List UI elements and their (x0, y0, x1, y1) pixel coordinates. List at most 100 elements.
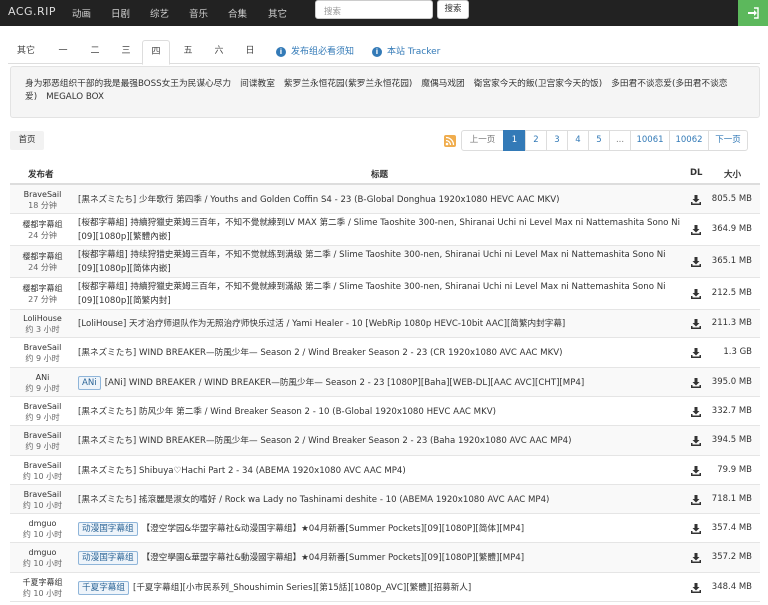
download-icon[interactable] (690, 347, 702, 359)
torrent-title-cell: [桜都字幕組] 持續狩獵史萊姆三百年，不知不覺就練到LV MAX 第二季 / S… (78, 216, 680, 244)
publish-time: 24 分钟 (28, 263, 57, 272)
torrent-title-link[interactable]: [黒ネズミたち] 搖滾麗是淑女的嗜好 / Rock wa Lady no Tas… (78, 495, 549, 505)
publisher-name[interactable]: 樱都字幕组 (10, 251, 75, 262)
page-button-5[interactable]: 5 (588, 130, 610, 151)
team-tag[interactable]: 动漫国字幕组 (78, 551, 138, 565)
publish-time: 约 10 小时 (22, 588, 63, 598)
torrent-title-link[interactable]: [黒ネズミたち] WIND BREAKER—防風少年— Season 2 / W… (78, 348, 562, 358)
tab-friday[interactable]: 五 (173, 40, 203, 64)
airing-title[interactable]: 紫罗兰永恒花园(紫罗兰永恒花园) (284, 79, 412, 89)
table-row: dmguo 约 10 小时 动漫国字幕组 【澄空学园&华盟字幕社&动漫国字幕组】★04… (10, 514, 760, 543)
tab-thursday[interactable]: 四 (142, 40, 170, 65)
publisher-name[interactable]: BraveSail (10, 430, 75, 441)
table-row: BraveSail 约 10 小时 [黒ネズミたち] 搖滾麗是淑女的嗜好 / Roc… (10, 485, 760, 514)
publisher-name[interactable]: BraveSail (10, 342, 75, 353)
airing-title[interactable]: 衛宮家今天的飯(卫宫家今天的饭) (474, 79, 602, 89)
page-button-2[interactable]: 2 (525, 130, 547, 151)
nav-link-music[interactable]: 音乐 (189, 6, 208, 20)
publisher-name[interactable]: LoliHouse (10, 313, 75, 324)
file-size: 348.4 MB (711, 581, 752, 592)
publisher-name[interactable]: ANi (10, 372, 75, 383)
torrent-title-link[interactable]: [桜都字幕组] 持续狩猎史莱姆三百年，不知不觉就练到满级 第二季 / Slime… (78, 250, 666, 274)
airing-title[interactable]: 身为邪恶组织干部的我是最强BOSS女王为民谋心尽力 (25, 79, 231, 89)
download-icon[interactable] (690, 194, 702, 206)
airing-title[interactable]: 魔偶马戏团 (421, 79, 464, 89)
page-button-10062[interactable]: 10062 (669, 130, 709, 151)
publisher-name[interactable]: 樱都字幕组 (10, 219, 75, 230)
publisher-cell: 千夏字幕组约 10 小时 (10, 577, 75, 599)
table-row: ANi 约 9 小时 ANi [ANi] WIND BREAKER / WIND BR… (10, 368, 760, 397)
next-page-button[interactable]: 下一页 (708, 130, 748, 151)
download-icon[interactable] (690, 552, 702, 564)
team-tag[interactable]: 动漫国字幕组 (78, 521, 138, 536)
torrent-title-link[interactable]: [ANi] WIND BREAKER / WIND BREAKER—防風少年— … (105, 378, 585, 388)
publisher-name[interactable]: 千夏字幕组 (10, 577, 75, 588)
torrent-title-link[interactable]: [LoliHouse] 天才治疗师退队作为无照治疗师快乐过活 / Yami He… (78, 319, 565, 329)
torrent-title-link[interactable]: [桜都字幕組] 持續狩獵史萊姆三百年，不知不覺就練到LV MAX 第二季 / S… (78, 218, 680, 242)
publisher-name[interactable]: 樱都字幕组 (10, 283, 75, 294)
home-page-button[interactable]: 首页 (10, 131, 44, 150)
airing-title[interactable]: MEGALO BOX (46, 92, 104, 102)
download-icon[interactable] (690, 318, 702, 330)
download-icon[interactable] (690, 523, 702, 535)
page-button-3[interactable]: 3 (546, 130, 568, 151)
publisher-name[interactable]: dmguo (10, 547, 75, 558)
download-icon[interactable] (690, 224, 702, 236)
publisher-name[interactable]: BraveSail (10, 189, 75, 200)
team-tag[interactable]: 千夏字幕组 (78, 580, 129, 595)
tab-wednesday[interactable]: 三 (111, 40, 141, 64)
torrent-title-link[interactable]: [桜都字幕组] 持續狩獵史萊姆三百年，不知不覺就練到滿級 第二季 / Slime… (78, 282, 666, 306)
download-icon[interactable] (690, 288, 702, 300)
file-size: 212.5 MB (711, 288, 752, 298)
torrent-title-link[interactable]: [黒ネズミたち] 少年歌行 第四季 / Youths and Golden Co… (78, 195, 560, 205)
nav-link-collection[interactable]: 合集 (228, 6, 247, 20)
header-publisher: 发布者 (28, 170, 54, 180)
download-icon[interactable] (690, 494, 702, 506)
torrent-title-link[interactable]: [千夏字幕组][小市民系列_Shoushimin Series][第15話][1… (133, 583, 471, 593)
torrent-title-link[interactable]: 【澄空學園&華盟字幕社&動漫國字幕組】★04月新番[Summer Pockets… (142, 553, 525, 563)
prev-page-button[interactable]: 上一页 (461, 130, 504, 151)
file-size: 332.7 MB (711, 405, 752, 416)
tab-saturday[interactable]: 六 (204, 40, 234, 64)
page-button-10061[interactable]: 10061 (630, 130, 670, 151)
airing-title[interactable]: 间谍教室 (240, 79, 275, 89)
torrent-title-link[interactable]: [黒ネズミたち] Shibuya♡Hachi Part 2 - 34 (ABEM… (78, 466, 406, 476)
download-icon[interactable] (690, 377, 702, 389)
torrent-title-link[interactable]: [黒ネズミたち] WIND BREAKER—防風少年— Season 2 / W… (78, 436, 571, 446)
page-button-1[interactable]: 1 (503, 130, 526, 151)
tab-tracker[interactable]: i 本站 Tracker (372, 40, 448, 64)
publisher-name[interactable]: BraveSail (10, 460, 75, 471)
download-icon[interactable] (690, 465, 702, 477)
publish-time: 约 9 小时 (25, 442, 60, 451)
download-icon[interactable] (690, 256, 702, 268)
file-size: 395.0 MB (711, 376, 752, 387)
publish-time: 约 3 小时 (25, 325, 60, 334)
publisher-name[interactable]: BraveSail (10, 401, 75, 412)
tab-sunday[interactable]: 日 (235, 40, 265, 64)
search-button[interactable]: 搜索 (437, 0, 469, 19)
site-brand[interactable]: ACG.RIP (8, 5, 56, 18)
login-button[interactable] (738, 0, 768, 26)
download-icon[interactable] (690, 406, 702, 418)
download-icon[interactable] (690, 582, 702, 594)
tab-tuesday[interactable]: 二 (80, 40, 110, 64)
publisher-name[interactable]: dmguo (10, 518, 75, 529)
table-row: BraveSail 约 9 小时 [黒ネズミたち] WIND BREAKER—防風少… (10, 338, 760, 368)
nav-link-variety[interactable]: 综艺 (150, 6, 169, 20)
tab-publisher-notice[interactable]: i 发布组必看须知 (276, 40, 366, 64)
search-input[interactable]: 搜索 (315, 0, 433, 19)
rss-icon[interactable] (444, 135, 456, 147)
download-icon[interactable] (690, 435, 702, 447)
nav-link-anime[interactable]: 动画 (72, 6, 91, 20)
team-tag[interactable]: ANi (78, 375, 101, 390)
torrent-title-link[interactable]: 【澄空学园&华盟字幕社&动漫国字幕组】★04月新番[Summer Pockets… (142, 524, 525, 534)
tab-other[interactable]: 其它 (8, 40, 44, 64)
publisher-cell: BraveSail 约 9 小时 (10, 401, 75, 423)
torrent-title-link[interactable]: [黒ネズミたち] 防风少年 第二季 / Wind Breaker Season … (78, 407, 496, 417)
page-button-4[interactable]: 4 (567, 130, 589, 151)
tab-monday[interactable]: 一 (48, 40, 78, 64)
nav-link-drama[interactable]: 日剧 (111, 6, 130, 20)
pagination: 上一页 1 2 3 4 5 ... 10061 10062 下一页 (461, 130, 748, 151)
nav-link-other[interactable]: 其它 (268, 6, 287, 20)
publisher-name[interactable]: BraveSail (10, 489, 75, 500)
